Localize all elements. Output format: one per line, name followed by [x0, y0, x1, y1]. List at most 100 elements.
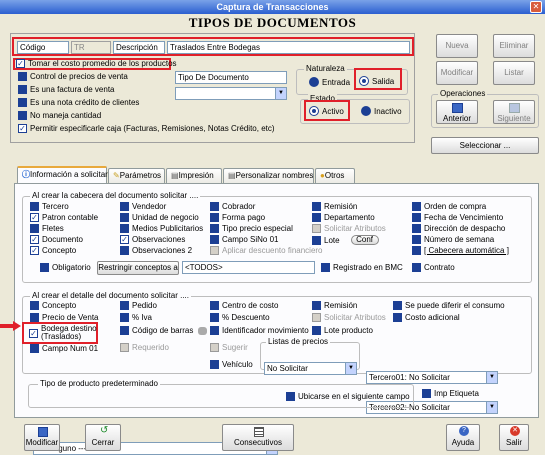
- checkbox[interactable]: [18, 124, 27, 133]
- checkbox[interactable]: [312, 213, 321, 222]
- cab-forma-pago[interactable]: Forma pago: [210, 213, 323, 222]
- det-campo-num[interactable]: Campo Num 01: [30, 344, 98, 353]
- checkbox[interactable]: [30, 235, 39, 244]
- cab-descuento-financiero[interactable]: Aplicar descuento financiero: [210, 246, 323, 255]
- checkbox[interactable]: [412, 263, 421, 272]
- checkbox[interactable]: [286, 392, 295, 401]
- cab-departamento[interactable]: Departamento: [312, 213, 386, 222]
- cab-vendedor[interactable]: Vendedor: [120, 202, 203, 211]
- listar-button[interactable]: Listar: [493, 61, 535, 85]
- radio[interactable]: [359, 76, 369, 86]
- checkbox[interactable]: [30, 301, 39, 310]
- cab-orden-compra[interactable]: Orden de compra: [412, 202, 509, 211]
- checkbox[interactable]: [120, 213, 129, 222]
- cab-observaciones[interactable]: Observaciones: [120, 235, 203, 244]
- radio[interactable]: [309, 106, 319, 116]
- restringir-button[interactable]: Restringir conceptos a: [97, 261, 179, 275]
- anterior-button[interactable]: Anterior: [436, 100, 478, 124]
- tercero01-select[interactable]: Tercero01: No Solicitar ▼: [366, 371, 498, 384]
- checkbox[interactable]: [422, 389, 431, 398]
- radio[interactable]: [361, 106, 371, 116]
- checkbox[interactable]: [120, 246, 129, 255]
- cab-fecha-venc[interactable]: Fecha de Vencimiento: [412, 213, 509, 222]
- conceptos-field[interactable]: <TODOS>: [182, 261, 315, 274]
- modificar-top-button[interactable]: Modificar: [436, 61, 478, 85]
- checkbox[interactable]: [393, 313, 402, 322]
- cab-remision[interactable]: Remisión: [312, 202, 386, 211]
- checkbox[interactable]: [18, 98, 27, 107]
- avg-cost-checkbox[interactable]: [16, 59, 25, 68]
- checkbox[interactable]: [18, 111, 27, 120]
- conf-button[interactable]: Conf: [350, 235, 379, 245]
- checkbox[interactable]: [210, 343, 219, 352]
- checkbox[interactable]: [30, 344, 39, 353]
- checkbox[interactable]: [18, 72, 27, 81]
- close-icon[interactable]: ✕: [530, 1, 542, 13]
- cab-automatica[interactable]: [ Cabecera automática ]: [412, 246, 509, 255]
- checkbox[interactable]: [120, 235, 129, 244]
- cab-fletes[interactable]: Fletes: [30, 224, 98, 233]
- det-precio-venta[interactable]: Precio de Venta: [30, 313, 98, 322]
- tab-informacion[interactable]: ⓘInformación a solicitar: [17, 166, 108, 184]
- checkbox[interactable]: [210, 224, 219, 233]
- checkbox[interactable]: [412, 202, 421, 211]
- checkbox[interactable]: [40, 263, 49, 272]
- det-requerido[interactable]: Requerido: [120, 343, 169, 352]
- radio[interactable]: [309, 77, 319, 87]
- radio-salida[interactable]: Salida: [359, 76, 394, 86]
- tab-personalizar[interactable]: ▤Personalizar nombres: [223, 168, 314, 183]
- checkbox[interactable]: [412, 213, 421, 222]
- modificar-button[interactable]: Modificar: [24, 424, 60, 451]
- cab-direccion[interactable]: Dirección de despacho: [412, 224, 509, 233]
- det-identificador[interactable]: Identificador movimiento: [210, 326, 309, 335]
- checkbox[interactable]: [210, 235, 219, 244]
- checkbox[interactable]: [312, 313, 321, 322]
- prod-imp-etiqueta[interactable]: Imp Etiqueta: [422, 389, 479, 398]
- doc-type-select[interactable]: ▼: [175, 87, 287, 100]
- det-iva[interactable]: % Iva: [120, 313, 157, 322]
- det-concepto[interactable]: Concepto: [30, 301, 98, 310]
- checkbox[interactable]: [210, 301, 219, 310]
- cab-atributos[interactable]: Solicitar Atributos: [312, 224, 386, 233]
- det-sugerir[interactable]: Sugerir: [210, 343, 248, 352]
- checkbox[interactable]: [312, 202, 321, 211]
- det-codigo-barras[interactable]: Código de barras: [120, 326, 208, 335]
- det-lote[interactable]: Lote producto: [312, 326, 373, 335]
- cab-lote[interactable]: Lote Conf: [312, 235, 386, 245]
- checkbox[interactable]: [29, 328, 38, 338]
- det-remision[interactable]: Remisión: [312, 301, 386, 310]
- checkbox[interactable]: [210, 313, 219, 322]
- tab-impresion[interactable]: ▤Impresión: [166, 168, 222, 183]
- checkbox[interactable]: [120, 224, 129, 233]
- checkbox[interactable]: [30, 213, 39, 222]
- cab-tercero[interactable]: Tercero: [30, 202, 98, 211]
- cab-medios[interactable]: Medios Publicitarios: [120, 224, 203, 233]
- det-pedido[interactable]: Pedido: [120, 301, 157, 310]
- seleccionar-button[interactable]: Seleccionar ...: [431, 137, 539, 154]
- checkbox[interactable]: [120, 313, 129, 322]
- checkbox[interactable]: [312, 301, 321, 310]
- option-cash-register[interactable]: Permitir especificarle caja (Facturas, R…: [18, 124, 275, 133]
- checkbox[interactable]: [412, 235, 421, 244]
- cab-documento[interactable]: Documento: [30, 235, 98, 244]
- cab-observaciones2[interactable]: Observaciones 2: [120, 246, 203, 255]
- eliminar-button[interactable]: Eliminar: [493, 34, 535, 58]
- checkbox[interactable]: [210, 213, 219, 222]
- checkbox[interactable]: [120, 301, 129, 310]
- checkbox[interactable]: [120, 326, 129, 335]
- det-vehiculo[interactable]: Vehículo: [210, 360, 253, 369]
- radio-entrada[interactable]: Entrada: [309, 77, 350, 87]
- cab-semana[interactable]: Número de semana: [412, 235, 509, 244]
- option-no-quantity[interactable]: No maneja cantidad: [18, 111, 275, 120]
- code-field[interactable]: TR: [71, 41, 111, 54]
- checkbox[interactable]: [412, 246, 421, 255]
- checkbox[interactable]: [120, 202, 129, 211]
- checkbox[interactable]: [210, 326, 219, 335]
- det-costo-adicional[interactable]: Costo adicional: [393, 313, 505, 322]
- cab-obligatorio[interactable]: Obligatorio: [40, 263, 91, 272]
- checkbox[interactable]: [30, 246, 39, 255]
- checkbox[interactable]: [210, 360, 219, 369]
- settings-icon[interactable]: [198, 326, 208, 335]
- det-diferir[interactable]: Se puede diferir el consumo: [393, 301, 505, 310]
- avg-cost-option[interactable]: Tomar el costo promedio de los productos: [16, 59, 177, 68]
